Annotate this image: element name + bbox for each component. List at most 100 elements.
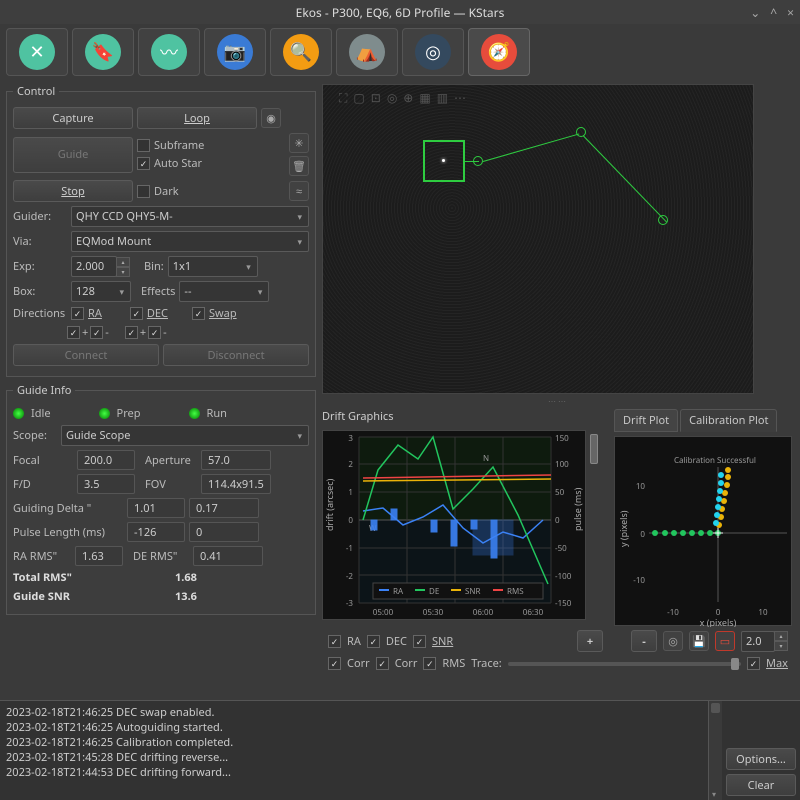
- svg-text:-1: -1: [346, 543, 353, 554]
- drift-slider[interactable]: [590, 430, 602, 620]
- log-line: 2023-02-18T21:45:28 DEC drifting reverse…: [6, 750, 702, 765]
- opt-rms-check[interactable]: ✓: [423, 657, 436, 670]
- zoom-level-input[interactable]: 2.0: [741, 631, 775, 652]
- target2-icon[interactable]: ⊕: [403, 89, 413, 106]
- svg-text:06:00: 06:00: [473, 607, 494, 618]
- scope-combo[interactable]: Guide Scope: [61, 425, 309, 446]
- grid-icon[interactable]: ▦: [419, 89, 430, 106]
- decplus-check[interactable]: ✓: [125, 326, 138, 339]
- calibration-chart[interactable]: Calibration Successful 100-10 -10010 y (…: [614, 436, 792, 626]
- trace-slider[interactable]: [508, 662, 741, 666]
- effects-combo[interactable]: --: [179, 281, 269, 302]
- compass-icon: 🧭: [481, 34, 517, 70]
- tab-drift-plot[interactable]: Drift Plot: [614, 409, 678, 432]
- close-icon[interactable]: ×: [787, 4, 794, 21]
- ra-check[interactable]: ✓: [71, 307, 84, 320]
- opt-dec-check[interactable]: ✓: [367, 635, 380, 648]
- guide-button[interactable]: Guide: [13, 137, 133, 173]
- opt-snr-check[interactable]: ✓: [413, 635, 426, 648]
- bin-combo[interactable]: 1x1: [168, 256, 258, 277]
- opt-max-check[interactable]: ✓: [747, 657, 760, 670]
- swap-check[interactable]: ✓: [192, 307, 205, 320]
- tab-capture[interactable]: 📷: [204, 28, 266, 76]
- maximize-icon[interactable]: ^: [770, 4, 777, 21]
- capture-button[interactable]: Capture: [13, 107, 133, 129]
- zoom-out-button[interactable]: -: [631, 630, 657, 652]
- svg-text:0: 0: [555, 515, 560, 526]
- zoom-in-button[interactable]: +: [577, 630, 603, 652]
- opt-corr-ra-check[interactable]: ✓: [328, 657, 341, 670]
- module-toolbar: ✕ 🔖 〰 📷 🔍 ⛺ ◎ 🧭: [0, 24, 800, 80]
- exp-down[interactable]: ▾: [116, 267, 130, 277]
- splitter-handle[interactable]: ⋯⋯: [322, 396, 794, 407]
- window-titlebar: Ekos - P300, EQ6, 6D Profile — KStars ⌄ …: [0, 0, 800, 24]
- show-view-icon[interactable]: ◉: [261, 108, 281, 128]
- save-plot-icon[interactable]: 💾: [689, 631, 709, 651]
- target-controls-icon[interactable]: ◎: [663, 631, 683, 651]
- bullseye-icon[interactable]: ◎: [387, 89, 397, 106]
- svg-text:06:30: 06:30: [523, 607, 544, 618]
- via-combo[interactable]: EQMod Mount: [71, 231, 309, 252]
- tab-setup[interactable]: ✕: [6, 28, 68, 76]
- log-line: 2023-02-18T21:46:25 Autoguiding started.: [6, 720, 702, 735]
- idle-led: [13, 408, 24, 419]
- clear-plot-icon[interactable]: ▭: [715, 631, 735, 651]
- raplus-check[interactable]: ✓: [67, 326, 80, 339]
- prep-led: [99, 408, 110, 419]
- trash-icon[interactable]: 🗑: [289, 156, 309, 176]
- zoom-100-icon[interactable]: ▢: [353, 89, 364, 106]
- tab-scheduler[interactable]: 🔖: [72, 28, 134, 76]
- svg-text:10: 10: [636, 481, 646, 492]
- window-title: Ekos - P300, EQ6, 6D Profile — KStars: [296, 4, 505, 21]
- tripod-icon: ⛺: [349, 34, 385, 70]
- pulse-de: 0: [189, 522, 259, 542]
- raminus-check[interactable]: ✓: [90, 326, 103, 339]
- exp-up[interactable]: ▴: [116, 257, 130, 267]
- log-scrollbar[interactable]: [708, 701, 722, 800]
- options-button[interactable]: Options...: [726, 748, 796, 770]
- busy-icon: ✳: [289, 133, 309, 153]
- drift-chart[interactable]: 3210-1-2-3 150100500-50-100-150 05:0005:…: [322, 430, 586, 620]
- connect-button[interactable]: Connect: [13, 344, 159, 366]
- via-label: Via:: [13, 234, 67, 249]
- svg-text:-100: -100: [555, 571, 572, 582]
- zoom-fit-icon[interactable]: ⛶: [339, 89, 347, 106]
- control-panel: Control Capture Loop ◉ Guide Subframe ✓A…: [6, 84, 316, 377]
- settings-icon[interactable]: ≈: [289, 181, 309, 201]
- dec-check[interactable]: ✓: [130, 307, 143, 320]
- exp-input[interactable]: 2.000: [71, 256, 117, 277]
- svg-text:Calibration Successful: Calibration Successful: [674, 455, 756, 466]
- subframe-check[interactable]: [137, 139, 150, 152]
- tab-mount[interactable]: ⛺: [336, 28, 398, 76]
- autostar-check[interactable]: ✓: [137, 157, 150, 170]
- delta-ra: 1.01: [127, 498, 185, 518]
- guider-combo[interactable]: QHY CCD QHY5-M-: [71, 206, 309, 227]
- clear-button[interactable]: Clear: [726, 774, 796, 796]
- tab-calibration-plot[interactable]: Calibration Plot: [680, 409, 777, 432]
- focal-value: 200.0: [77, 450, 135, 470]
- svg-text:-150: -150: [555, 598, 572, 609]
- pulse-ra: -126: [127, 522, 185, 542]
- decminus-check[interactable]: ✓: [148, 326, 161, 339]
- tab-align[interactable]: ◎: [402, 28, 464, 76]
- tab-guide[interactable]: 🧭: [468, 28, 530, 76]
- tab-analyze[interactable]: 〰: [138, 28, 200, 76]
- more-icon[interactable]: ⋯: [454, 89, 466, 106]
- log-output[interactable]: 2023-02-18T21:46:25 DEC swap enabled. 20…: [0, 701, 708, 800]
- svg-text:3: 3: [348, 433, 353, 444]
- derms-value: 0.41: [193, 546, 263, 566]
- stop-button[interactable]: Stop: [13, 180, 133, 202]
- guide-image[interactable]: ⛶ ▢ ⊡ ◎ ⊕ ▦ ▥ ⋯: [322, 84, 754, 394]
- svg-text:1: 1: [348, 487, 353, 498]
- opt-corr-de-check[interactable]: ✓: [376, 657, 389, 670]
- dark-check[interactable]: [137, 185, 150, 198]
- crosshair-icon[interactable]: ⊡: [371, 89, 381, 106]
- svg-text:0: 0: [640, 529, 645, 540]
- tab-focus[interactable]: 🔍: [270, 28, 332, 76]
- opt-ra-check[interactable]: ✓: [328, 635, 341, 648]
- select-icon[interactable]: ▥: [437, 89, 448, 106]
- disconnect-button[interactable]: Disconnect: [163, 344, 309, 366]
- loop-button[interactable]: Loop: [137, 107, 257, 129]
- minimize-icon[interactable]: ⌄: [750, 4, 760, 21]
- box-combo[interactable]: 128: [71, 281, 131, 302]
